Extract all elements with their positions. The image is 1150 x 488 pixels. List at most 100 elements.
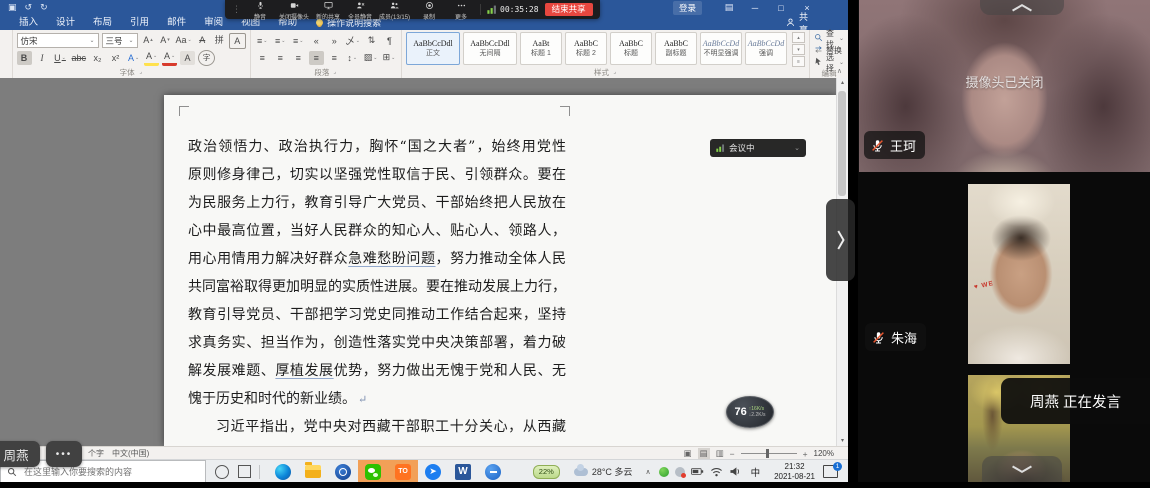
meetbar-camera-button[interactable]: 关闭摄像头 — [279, 0, 309, 22]
ime-indicator[interactable]: 中 — [751, 465, 761, 479]
styles-scroll-button[interactable]: ▾ — [792, 44, 805, 55]
meetbar-mic-button[interactable]: 静音 — [247, 0, 273, 22]
read-mode-icon[interactable]: ▣ — [684, 448, 692, 459]
paragraph-justify-button[interactable]: ≡ — [309, 51, 324, 65]
floating-speaker-chip[interactable]: 周燕 — [0, 441, 40, 467]
font-shrink-font-button[interactable]: A — [158, 33, 173, 47]
font-size-combo[interactable]: 三号⌄ — [102, 33, 138, 48]
paragraph-align-right-button[interactable]: ≡ — [291, 51, 306, 65]
style-card-强调[interactable]: AaBbCcDd强调 — [745, 32, 787, 65]
undo-icon[interactable]: ↺ — [25, 0, 33, 15]
video-tile-zhuhai[interactable]: ♥ WE — [968, 184, 1070, 364]
styles-scroll-button[interactable]: ▴ — [792, 32, 805, 43]
dialog-launcher-icon[interactable]: ⌄ — [610, 68, 619, 77]
meetbar-record-button[interactable]: 录制 — [416, 0, 442, 22]
taskbar-app-edge[interactable] — [268, 460, 298, 482]
paragraph-increase-indent-button[interactable]: » — [327, 34, 342, 48]
speed-ball-widget[interactable]: 76 ↑16K/s ↓2.2K/s — [726, 396, 774, 428]
paragraph-align-left-button[interactable]: ≡ — [255, 51, 270, 65]
font-subscript-button[interactable]: x₂ — [90, 51, 105, 65]
paragraph-asian-layout-button[interactable]: 乄 — [345, 34, 361, 48]
video-tile-wangke[interactable]: 摄像头已关闭 王珂 — [859, 0, 1150, 172]
save-icon[interactable]: ▣ — [8, 0, 17, 15]
font-clear-formatting-button[interactable]: A — [195, 33, 210, 47]
font-bold-button[interactable]: B — [17, 51, 32, 65]
font-underline-button[interactable]: U — [53, 51, 68, 65]
font-strikethrough-button[interactable]: abc — [71, 51, 88, 65]
minimize-button[interactable]: ─ — [742, 0, 768, 15]
sign-in-button[interactable]: 登录 — [673, 1, 702, 15]
battery-widget[interactable]: 22% — [533, 465, 560, 479]
scroll-participants-down-button[interactable] — [982, 456, 1062, 482]
paragraph-distribute-button[interactable]: ≡ — [327, 51, 342, 65]
style-card-标题[interactable]: AaBbC标题 — [610, 32, 652, 65]
font-font-color-button[interactable]: A — [162, 49, 177, 66]
ribbon-tab-引用[interactable]: 引用 — [121, 15, 158, 30]
paragraph-numbering-button[interactable]: ≡ — [273, 34, 288, 48]
taskbar-app-explorer[interactable] — [298, 460, 328, 482]
task-view-button[interactable] — [238, 465, 251, 478]
style-card-副标题[interactable]: AaBbC副标题 — [655, 32, 697, 65]
language-status[interactable]: 中文(中国) — [112, 448, 149, 459]
end-share-button[interactable]: 结束共享 — [545, 3, 593, 16]
font-highlight-color-button[interactable]: A — [144, 49, 159, 66]
redo-icon[interactable]: ↻ — [40, 0, 48, 15]
cortana-button[interactable] — [215, 465, 229, 479]
font-enclose-characters-button[interactable]: 字 — [198, 50, 215, 66]
font-italic-button[interactable]: I — [35, 51, 50, 65]
paragraph-bullets-button[interactable]: ≡ — [255, 34, 270, 48]
paragraph-decrease-indent-button[interactable]: « — [309, 34, 324, 48]
meeting-status-pill[interactable]: 会议中 ⌄ — [710, 139, 806, 157]
scroll-participants-up-button[interactable] — [980, 0, 1064, 15]
taskbar-app-word[interactable]: W — [448, 460, 478, 482]
taskbar-clock[interactable]: 21:32 2021-08-21 — [774, 462, 815, 482]
zoom-slider-thumb[interactable] — [766, 449, 769, 458]
search-input[interactable] — [22, 466, 186, 478]
volume-icon[interactable] — [729, 466, 742, 477]
dialog-launcher-icon[interactable]: ⌄ — [331, 68, 340, 77]
ribbon-tab-邮件[interactable]: 邮件 — [158, 15, 195, 30]
paragraph-align-center-button[interactable]: ≡ — [273, 51, 288, 65]
font-grow-font-button[interactable]: A — [141, 33, 156, 47]
scroll-down-icon[interactable]: ▾ — [837, 436, 848, 446]
ribbon-tab-布局[interactable]: 布局 — [84, 15, 121, 30]
scrollbar-thumb[interactable] — [838, 91, 846, 196]
ribbon-display-options-icon[interactable]: ▤ — [716, 0, 742, 15]
battery-icon[interactable] — [691, 466, 704, 477]
paragraph-borders-button[interactable]: ⊞ — [381, 51, 396, 65]
meetbar-screen-button[interactable]: 新的共享 — [315, 0, 341, 22]
paragraph-show-marks-button[interactable]: ¶ — [382, 34, 397, 48]
taskbar-app-wechat[interactable] — [358, 460, 388, 482]
taskbar-app-docs[interactable] — [478, 460, 508, 482]
meetbar-members-button[interactable]: 成员(13/15) — [379, 0, 410, 22]
paragraph-line-spacing-button[interactable]: ↕ — [345, 51, 360, 65]
style-card-不明显强调[interactable]: AaBbCcDd不明显强调 — [700, 32, 742, 65]
paragraph-multilevel-list-button[interactable]: ≡ — [291, 34, 306, 48]
style-card-标题 2[interactable]: AaBbC标题 2 — [565, 32, 607, 65]
print-layout-icon[interactable]: ▤ — [698, 448, 710, 459]
style-card-标题 1[interactable]: AaBt标题 1 — [520, 32, 562, 65]
font-character-border-button[interactable]: A — [229, 33, 246, 49]
tray-app-green-icon[interactable] — [659, 467, 669, 477]
font-phonetic-guide-button[interactable]: 拼 — [212, 33, 227, 47]
paragraph-sort-button[interactable]: ⇅ — [364, 34, 379, 48]
font-change-case-button[interactable]: Aa — [175, 33, 193, 47]
notification-center-icon[interactable]: 1 — [823, 465, 838, 478]
style-card-无间隔[interactable]: AaBbCcDdl无间隔 — [463, 32, 517, 65]
tray-chevron-icon[interactable]: ∧ — [645, 468, 650, 476]
weather-widget[interactable]: 28°C 多云 — [574, 465, 633, 478]
collapse-ribbon-icon[interactable]: ∧ — [837, 67, 842, 75]
floating-more-chip[interactable]: ••• — [46, 441, 82, 467]
zoom-slider[interactable] — [741, 453, 797, 454]
drag-handle-icon[interactable]: ⋮ — [232, 4, 241, 15]
style-card-正文[interactable]: AaBbCcDdl正文 — [406, 32, 460, 65]
meetbar-more-button[interactable]: 更多 — [448, 0, 474, 22]
taskbar-app-bluecirc[interactable] — [328, 460, 358, 482]
web-layout-icon[interactable]: ▥ — [716, 448, 724, 459]
font-superscript-button[interactable]: x² — [108, 51, 123, 65]
meetbar-mute-all-button[interactable]: 全员静音 — [347, 0, 373, 22]
ribbon-tab-插入[interactable]: 插入 — [10, 15, 47, 30]
tray-mic-icon[interactable] — [675, 467, 685, 477]
word-count[interactable]: 个字 — [88, 448, 104, 459]
font-character-shading-button[interactable]: A — [180, 51, 195, 65]
